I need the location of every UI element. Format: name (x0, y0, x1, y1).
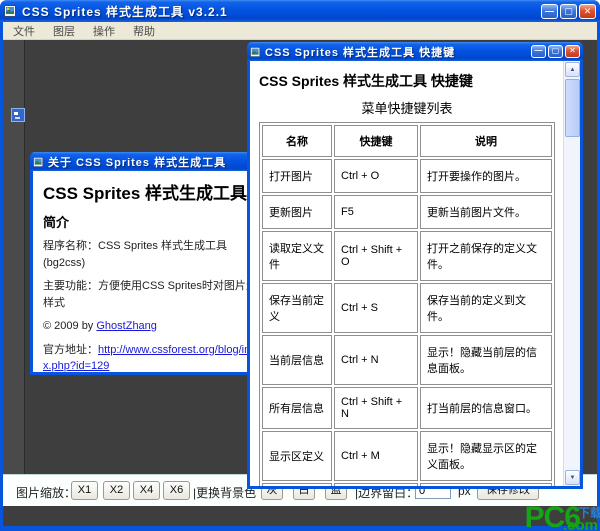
cell-description: 打当前层的信息窗口。 (420, 387, 552, 429)
column-header-shortcut: 快捷键 (334, 125, 418, 157)
cell-name: 所有层信息 (262, 387, 332, 429)
minimize-icon[interactable]: — (531, 45, 546, 58)
shortcuts-dialog: CSS Sprites 样式生成工具 快捷键 — ▢ ✕ CSS Sprites… (247, 42, 583, 489)
cell-name: 读取定义文件 (262, 231, 332, 281)
shortcuts-window-controls: — ▢ ✕ (531, 45, 580, 58)
app-icon (4, 5, 16, 17)
cell-shortcut: Ctrl + Shift + O (334, 231, 418, 281)
zoom-x1-button[interactable]: X1 (71, 481, 98, 500)
cell-name: 保存当前定义 (262, 283, 332, 333)
about-heading: CSS Sprites 样式生成工具 (43, 184, 248, 203)
cell-shortcut: Ctrl + S (334, 283, 418, 333)
table-row: 生成样式 Ctrl + P 显示！隐藏生成样式的定义面板。 (262, 483, 552, 486)
copyright-text: © 2009 by (43, 320, 97, 332)
shortcuts-dialog-body: CSS Sprites 样式生成工具 快捷键 菜单快捷键列表 名称 快捷键 说明… (250, 61, 563, 486)
menu-shortcuts-table: 名称 快捷键 说明 打开图片 Ctrl + O 打开要操作的图片。 更新图片 F… (259, 122, 555, 486)
main-function-line: 主要功能：方便使用CSS Sprites时对图片生成样式 (43, 280, 268, 309)
minimize-icon[interactable]: — (541, 3, 558, 19)
cell-description: 显示！隐藏当前层的信息面板。 (420, 335, 552, 385)
cell-name: 更新图片 (262, 195, 332, 229)
table-row: 更新图片 F5 更新当前图片文件。 (262, 195, 552, 229)
cell-description: 显示！隐藏生成样式的定义面板。 (420, 483, 552, 486)
official-site-label: 官方地址： (43, 343, 98, 356)
official-site-line: 官方地址：http://www.cssforest.org/blog/index… (43, 342, 269, 373)
left-panel-strip (3, 40, 25, 474)
scroll-up-icon[interactable]: ▲ (565, 62, 580, 77)
cell-name: 生成样式 (262, 483, 332, 486)
shortcuts-heading: CSS Sprites 样式生成工具 快捷键 (259, 73, 473, 89)
app-icon (250, 46, 261, 57)
about-dialog: 关于 CSS Sprites 样式生成工具 CSS Sprites 样式生成工具… (30, 152, 282, 375)
watermark-text-com: .com (562, 517, 598, 531)
table-row: 保存当前定义 Ctrl + S 保存当前的定义到文件。 (262, 283, 552, 333)
app-icon (33, 156, 44, 167)
cell-shortcut: Ctrl + Shift + N (334, 387, 418, 429)
zoom-x6-button[interactable]: X6 (163, 481, 190, 500)
menu-file[interactable]: 文件 (13, 23, 35, 39)
about-dialog-titlebar: 关于 CSS Sprites 样式生成工具 (30, 152, 282, 171)
menu-operate[interactable]: 操作 (93, 23, 115, 39)
author-link[interactable]: GhostZhang (96, 320, 157, 332)
table-row: 所有层信息 Ctrl + Shift + N 打当前层的信息窗口。 (262, 387, 552, 429)
panel-toggle-button[interactable] (11, 108, 25, 122)
pc6-watermark: PC6 下载 .com (525, 503, 600, 531)
cell-shortcut: Ctrl + M (334, 431, 418, 481)
scroll-down-icon[interactable]: ▼ (565, 470, 580, 485)
main-window-title: CSS Sprites 样式生成工具 v3.2.1 (22, 4, 228, 19)
cell-shortcut: Ctrl + N (334, 335, 418, 385)
cell-shortcut: Ctrl + O (334, 159, 418, 193)
program-name-line: 程序名称：CSS Sprites 样式生成工具(bg2css) (43, 240, 227, 269)
maximize-icon[interactable]: ▢ (548, 45, 563, 58)
cell-description: 显示！隐藏显示区的定义面板。 (420, 431, 552, 481)
cell-name: 打开图片 (262, 159, 332, 193)
about-dialog-body: CSS Sprites 样式生成工具 简介 程序名称：CSS Sprites 样… (33, 171, 279, 372)
table-row: 当前层信息 Ctrl + N 显示！隐藏当前层的信息面板。 (262, 335, 552, 385)
main-window-controls: — ▢ ✕ (541, 3, 596, 19)
main-window: CSS Sprites 样式生成工具 v3.2.1 — ▢ ✕ 文件 图层 操作… (0, 0, 600, 531)
vertical-scrollbar[interactable]: ▲ ▼ (563, 61, 580, 486)
cell-description: 保存当前的定义到文件。 (420, 283, 552, 333)
about-dialog-title: 关于 CSS Sprites 样式生成工具 (48, 156, 227, 169)
close-icon[interactable]: ✕ (565, 45, 580, 58)
menu-layer[interactable]: 图层 (53, 23, 75, 39)
scrollbar-thumb[interactable] (565, 79, 580, 137)
close-icon[interactable]: ✕ (579, 3, 596, 19)
main-titlebar: CSS Sprites 样式生成工具 v3.2.1 — ▢ ✕ (0, 0, 600, 22)
cell-name: 显示区定义 (262, 431, 332, 481)
shortcuts-dialog-titlebar: CSS Sprites 样式生成工具 快捷键 — ▢ ✕ (247, 42, 583, 61)
intro-heading: 简介 (43, 215, 70, 230)
cell-shortcut: F5 (334, 195, 418, 229)
cell-name: 当前层信息 (262, 335, 332, 385)
menu-bar: 文件 图层 操作 帮助 (3, 22, 597, 40)
copyright-line: © 2009 by GhostZhang (43, 318, 269, 335)
zoom-label: 图片缩放： (16, 486, 77, 500)
zoom-x4-button[interactable]: X4 (133, 481, 160, 500)
cell-description: 更新当前图片文件。 (420, 195, 552, 229)
table-row: 显示区定义 Ctrl + M 显示！隐藏显示区的定义面板。 (262, 431, 552, 481)
cell-shortcut: Ctrl + P (334, 483, 418, 486)
menu-shortcuts-table-title: 菜单快捷键列表 (361, 101, 453, 116)
cell-description: 打开之前保存的定义文件。 (420, 231, 552, 281)
column-header-name: 名称 (262, 125, 332, 157)
panel-icon (14, 112, 20, 119)
table-row: 打开图片 Ctrl + O 打开要操作的图片。 (262, 159, 552, 193)
shortcuts-dialog-title: CSS Sprites 样式生成工具 快捷键 (265, 46, 456, 59)
zoom-x2-button[interactable]: X2 (103, 481, 130, 500)
table-header-row: 名称 快捷键 说明 (262, 125, 552, 157)
cell-description: 打开要操作的图片。 (420, 159, 552, 193)
table-row: 读取定义文件 Ctrl + Shift + O 打开之前保存的定义文件。 (262, 231, 552, 281)
menu-help[interactable]: 帮助 (133, 23, 155, 39)
column-header-description: 说明 (420, 125, 552, 157)
maximize-icon[interactable]: ▢ (560, 3, 577, 19)
